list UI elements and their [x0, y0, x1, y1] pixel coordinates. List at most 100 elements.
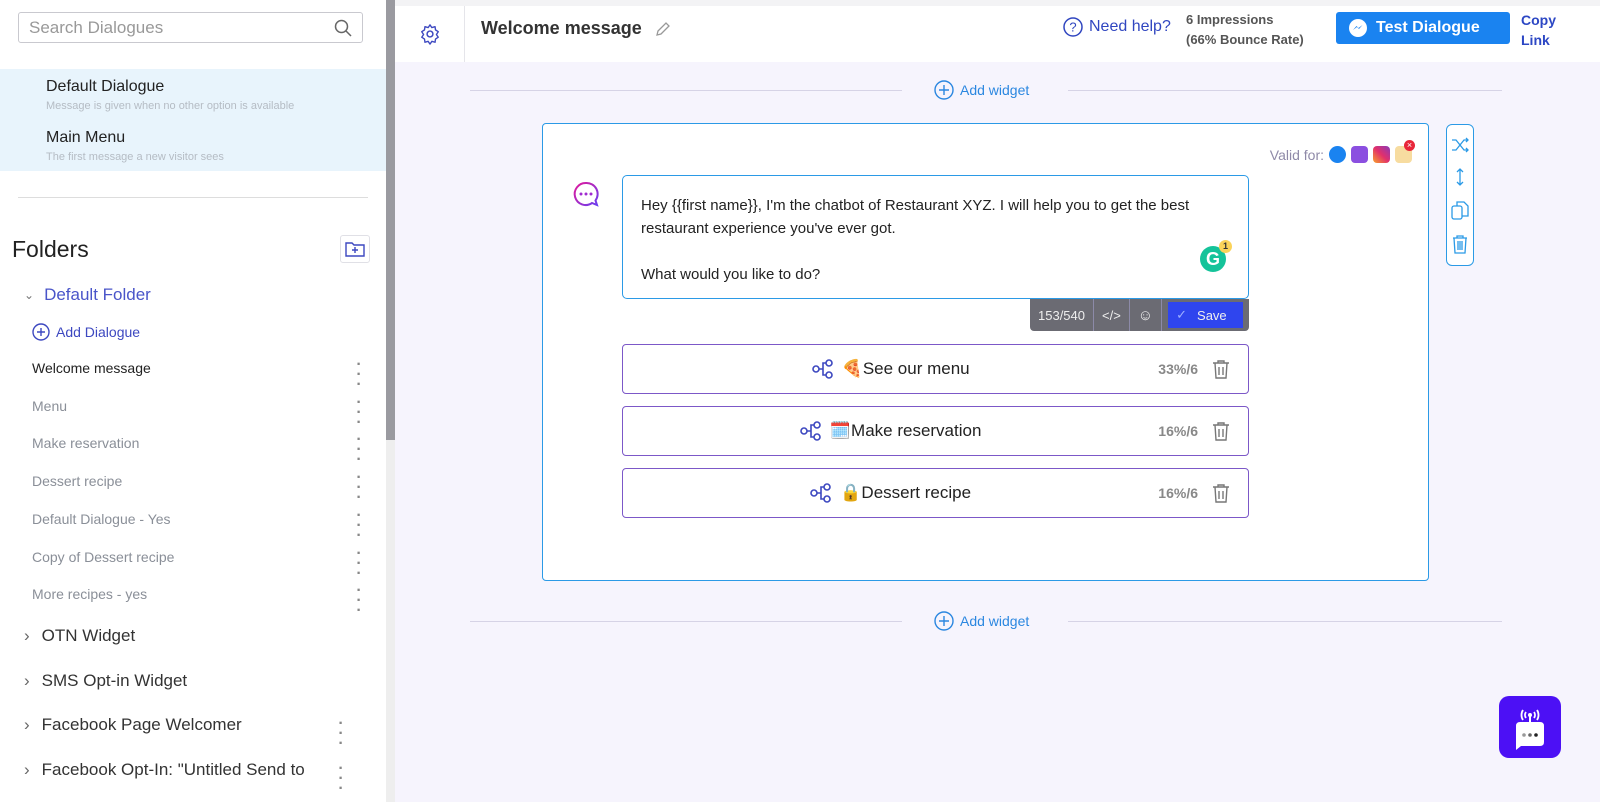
new-folder-button[interactable]	[340, 235, 370, 263]
folder-label: Facebook Opt-In: "Untitled Send to	[41, 759, 305, 779]
quick-reply-stat: 16%/6	[1158, 485, 1198, 501]
valid-for-label: Valid for:	[1269, 146, 1324, 163]
emoji-button[interactable]: ☺	[1130, 299, 1163, 331]
dialogue-label: Dessert recipe	[32, 473, 123, 490]
smiley-icon: ☺	[1137, 306, 1154, 324]
message-text: What would you like to do?	[641, 266, 821, 283]
more-vertical-icon[interactable]: · · ·	[356, 470, 362, 506]
message-textarea[interactable]: Hey {{first name}}, I'm the chatbot of R…	[622, 175, 1249, 299]
svg-text:?: ?	[1069, 20, 1076, 35]
help-link[interactable]: ? Need help?	[1063, 17, 1171, 37]
header: Welcome message ? Need help? 6 Impressio…	[395, 0, 1600, 62]
dialogue-label: Copy of Dessert recipe	[32, 548, 175, 565]
chevron-down-icon: ⌄	[24, 288, 35, 302]
sidebar-scroll-track[interactable]	[386, 440, 395, 802]
dialogue-title: Main Menu	[46, 129, 126, 146]
add-widget-bottom-button[interactable]: Add widget	[934, 611, 1029, 631]
sidebar-scrollbar[interactable]	[386, 0, 395, 440]
shuffle-icon[interactable]	[1451, 136, 1469, 154]
folder-item[interactable]: › OTN Widget	[24, 626, 354, 646]
more-vertical-icon[interactable]: · · ·	[356, 583, 362, 619]
dialogue-label: Default Dialogue - Yes	[32, 510, 171, 527]
dialogue-item[interactable]: Welcome message · · ·	[32, 357, 362, 393]
dialogue-item[interactable]: Menu · · ·	[32, 394, 362, 430]
test-dialogue-button[interactable]: Test Dialogue	[1336, 12, 1510, 44]
search-icon[interactable]	[334, 19, 352, 37]
check-icon: ✓	[1176, 307, 1188, 322]
quick-reply-emoji: 🔒	[840, 483, 862, 502]
trash-icon[interactable]	[1451, 234, 1469, 254]
question-circle-icon: ?	[1063, 17, 1083, 37]
gear-icon	[420, 24, 439, 45]
plus-circle-icon	[934, 611, 954, 631]
grammarly-icon[interactable]: G1	[1200, 240, 1232, 272]
more-vertical-icon[interactable]: · · ·	[338, 716, 344, 752]
chatbot-icon	[1516, 709, 1544, 750]
trash-icon[interactable]	[1212, 421, 1230, 441]
dialogue-item[interactable]: Dessert recipe · · ·	[32, 470, 362, 506]
quick-reply-label: Make reservation	[851, 421, 982, 440]
save-button[interactable]: ✓ Save	[1168, 302, 1243, 328]
sms-channel-icon[interactable]	[1351, 146, 1368, 163]
dialogue-item[interactable]: More recipes - yes · · ·	[32, 583, 362, 619]
widget-tools	[1446, 124, 1474, 266]
quick-reply-button[interactable]: 🍕See our menu 33%/6	[622, 344, 1249, 394]
resize-vertical-icon[interactable]	[1451, 168, 1469, 186]
email-channel-icon[interactable]: ×	[1395, 140, 1415, 163]
page-title: Welcome message	[481, 18, 642, 38]
dialogue-title: Default Dialogue	[46, 78, 165, 95]
flow-connect-icon	[811, 359, 833, 379]
system-dialogue-default[interactable]: Default Dialogue Message is given when no…	[46, 78, 294, 112]
folder-label: Default Folder	[44, 285, 151, 304]
system-dialogue-main-menu[interactable]: Main Menu The first message a new visitor…	[46, 129, 224, 163]
folder-default[interactable]: ⌄ Default Folder	[24, 285, 151, 305]
chevron-right-icon: ›	[24, 759, 30, 779]
settings-button[interactable]	[395, 6, 465, 62]
add-widget-top-button[interactable]: Add widget	[934, 80, 1029, 100]
more-vertical-icon[interactable]: · · ·	[356, 357, 362, 393]
dialogue-subtitle: Message is given when no other option is…	[46, 100, 295, 112]
quick-reply-button[interactable]: 🔒Dessert recipe 16%/6	[622, 468, 1249, 518]
dialogue-item[interactable]: Default Dialogue - Yes · · ·	[32, 507, 362, 543]
more-vertical-icon[interactable]: · · ·	[356, 545, 362, 581]
more-vertical-icon[interactable]: · · ·	[338, 760, 344, 796]
plus-circle-icon	[32, 323, 50, 341]
dialogue-item[interactable]: Make reservation · · ·	[32, 432, 362, 468]
grammarly-badge: 1	[1219, 240, 1232, 253]
add-widget-label: Add widget	[960, 82, 1030, 98]
quick-reply-button[interactable]: 🗓️Make reservation 16%/6	[622, 406, 1249, 456]
quick-reply-label: Dessert recipe	[861, 483, 972, 502]
divider	[470, 621, 902, 622]
valid-for-channels: Valid for: ×	[1269, 140, 1415, 163]
folder-label: OTN Widget	[41, 626, 136, 645]
pencil-icon[interactable]	[654, 20, 672, 38]
save-label: Save	[1197, 307, 1227, 323]
trash-icon[interactable]	[1212, 483, 1230, 503]
quick-reply-emoji: 🗓️	[829, 421, 852, 440]
dialogue-item[interactable]: Copy of Dessert recipe · · ·	[32, 545, 362, 581]
copy-link[interactable]: Copy Link	[1521, 10, 1561, 50]
chat-widget-launcher[interactable]	[1499, 696, 1561, 758]
more-vertical-icon[interactable]: · · ·	[356, 432, 362, 468]
divider	[470, 90, 902, 91]
messenger-channel-icon[interactable]	[1329, 146, 1346, 163]
add-widget-label: Add widget	[960, 613, 1030, 629]
copy-icon[interactable]	[1451, 200, 1469, 220]
system-dialogues: Default Dialogue Message is given when no…	[0, 69, 386, 171]
dialogue-subtitle: The first message a new visitor sees	[46, 151, 224, 163]
more-vertical-icon[interactable]: · · ·	[356, 507, 362, 543]
quick-reply-stat: 33%/6	[1158, 361, 1198, 377]
code-button[interactable]: </>	[1094, 299, 1130, 331]
divider	[1068, 90, 1502, 91]
add-dialogue-button[interactable]: Add Dialogue	[32, 323, 140, 341]
search-input[interactable]: Search Dialogues	[18, 12, 363, 43]
folder-label: Facebook Page Welcomer	[41, 715, 242, 734]
instagram-channel-icon[interactable]	[1373, 146, 1390, 163]
folder-item[interactable]: › Facebook Opt-In: "Untitled Send to · · ·	[24, 759, 354, 797]
more-vertical-icon[interactable]: · · ·	[356, 394, 362, 430]
folder-item[interactable]: › Facebook Page Welcomer · · ·	[24, 715, 354, 752]
folder-label: SMS Opt-in Widget	[41, 670, 188, 690]
folder-item[interactable]: › SMS Opt-in Widget	[24, 671, 354, 691]
add-dialogue-label: Add Dialogue	[56, 324, 141, 340]
trash-icon[interactable]	[1212, 359, 1230, 379]
